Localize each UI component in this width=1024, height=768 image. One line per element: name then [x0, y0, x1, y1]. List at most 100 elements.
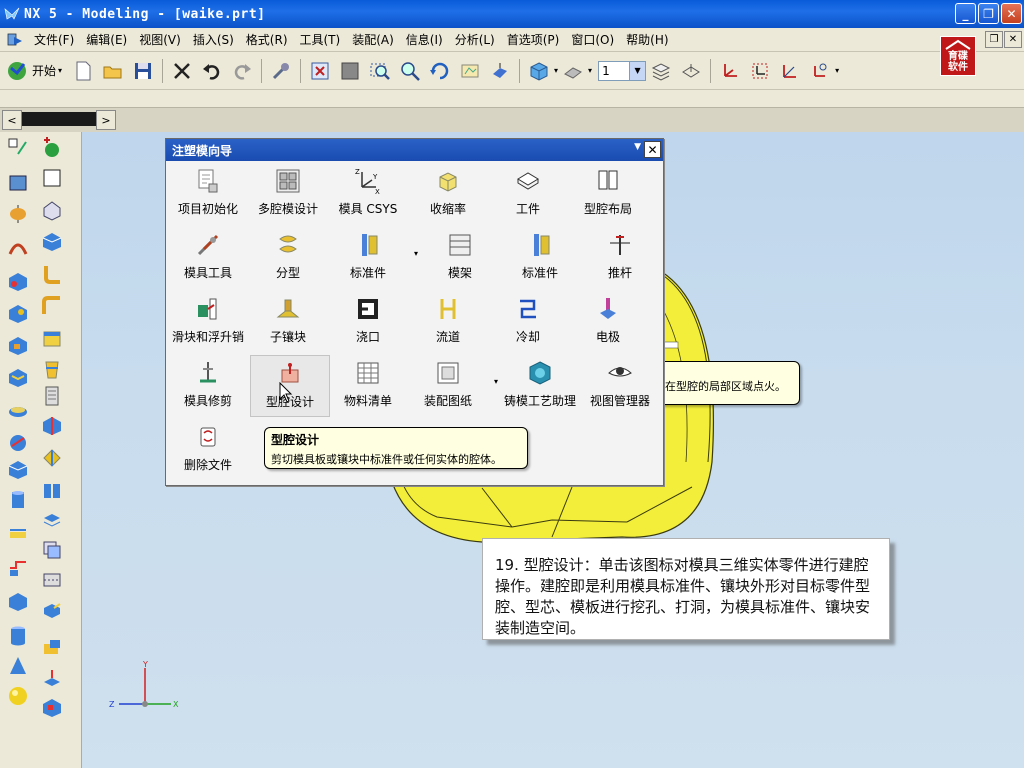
menu-format[interactable]: 格式(R) [240, 31, 294, 48]
revolve-icon[interactable] [6, 202, 30, 226]
extrude-icon[interactable] [6, 170, 30, 194]
tile-mold-trim[interactable]: 模具修剪 [168, 355, 248, 417]
slot-icon[interactable] [40, 384, 64, 408]
tile-parting[interactable]: 分型 [248, 227, 328, 289]
tile-mold-csys[interactable]: ZXY 模具 CSYS [328, 163, 408, 225]
minimize-button[interactable]: _ [955, 3, 976, 24]
dialog-close-button[interactable]: ✕ [644, 141, 661, 158]
menu-view[interactable]: 视图(V) [133, 31, 187, 48]
chevron-down-icon[interactable]: ▾ [494, 377, 498, 386]
sphere-box-icon[interactable] [6, 590, 30, 614]
tile-bom[interactable]: 物料清单 [328, 355, 408, 417]
shell-icon[interactable] [6, 398, 30, 422]
menu-help[interactable]: 帮助(H) [620, 31, 674, 48]
wcs-button[interactable] [678, 58, 704, 84]
doc-close-button[interactable]: ✕ [1004, 31, 1022, 48]
view-orient-button[interactable] [487, 58, 513, 84]
shaded-button[interactable] [337, 58, 363, 84]
tile-cooling[interactable]: 冷却 [488, 291, 568, 353]
face-blend-icon[interactable] [40, 294, 64, 318]
sphere-icon[interactable] [6, 684, 30, 708]
cylinder-icon[interactable] [6, 270, 30, 294]
extract-icon[interactable] [40, 636, 64, 660]
dialog-titlebar[interactable]: 注塑模向导 ▼ ✕ [166, 139, 663, 161]
doc-restore-button[interactable]: ❐ [985, 31, 1003, 48]
instance-icon[interactable] [6, 556, 30, 580]
rectangle-icon[interactable] [40, 166, 64, 190]
draft-icon[interactable] [6, 430, 30, 454]
layer-settings-button[interactable] [648, 58, 674, 84]
undo-button[interactable] [199, 58, 225, 84]
scroll-right-button[interactable]: > [96, 110, 116, 130]
perspective-button[interactable] [457, 58, 483, 84]
split-body-icon[interactable] [40, 478, 64, 502]
zoom-button[interactable] [397, 58, 423, 84]
menu-edit[interactable]: 编辑(E) [80, 31, 133, 48]
tile-runner[interactable]: 流道 [408, 291, 488, 353]
offset-face-icon[interactable] [40, 508, 64, 532]
tile-casting-process[interactable]: 铸模工艺助理 [500, 355, 580, 417]
save-button[interactable] [130, 58, 156, 84]
sweep-icon[interactable] [6, 234, 30, 258]
delete-button[interactable] [169, 58, 195, 84]
open-button[interactable] [100, 58, 126, 84]
tile-project-init[interactable]: 项目初始化 [168, 163, 248, 225]
tile-multi-cavity[interactable]: 多腔模设计 [248, 163, 328, 225]
tile-cavity-layout[interactable]: 型腔布局 [568, 163, 648, 225]
nx-document-icon[interactable] [6, 31, 24, 49]
zoom-window-button[interactable] [367, 58, 393, 84]
menu-analysis[interactable]: 分析(L) [449, 31, 501, 48]
tile-shrinkage[interactable]: 收缩率 [408, 163, 488, 225]
chevron-down-icon[interactable]: ▼ [629, 61, 646, 80]
hole-icon[interactable] [6, 302, 30, 326]
rotate-button[interactable] [427, 58, 453, 84]
menu-preferences[interactable]: 首选项(P) [501, 31, 566, 48]
block-icon[interactable] [40, 230, 64, 254]
csys-rotate-button[interactable] [777, 58, 803, 84]
promote-icon[interactable] [40, 666, 64, 690]
patch-icon[interactable] [40, 598, 64, 622]
wrap-icon[interactable] [40, 696, 64, 720]
tile-assembly-drawing[interactable]: 装配图纸 ▾ [408, 355, 498, 417]
csys-button[interactable] [717, 58, 743, 84]
boss-icon[interactable] [40, 326, 64, 350]
trim-body-icon[interactable] [40, 446, 64, 470]
scale-body-icon[interactable] [40, 538, 64, 562]
tile-standard-part[interactable]: 标准件 ▾ [328, 227, 418, 289]
subtract-icon[interactable] [6, 488, 30, 512]
tile-view-manager[interactable]: 视图管理器 [580, 355, 660, 417]
sketch-icon[interactable] [6, 136, 30, 160]
menu-info[interactable]: 信息(I) [400, 31, 449, 48]
tile-delete-file[interactable]: 删除文件 [168, 419, 248, 481]
mirror-feature-icon[interactable] [6, 522, 30, 546]
layer-select[interactable]: 1 ▼ [598, 60, 647, 81]
menu-window[interactable]: 窗口(O) [565, 31, 620, 48]
restore-button[interactable]: ❐ [978, 3, 999, 24]
csys-origin-button[interactable] [747, 58, 773, 84]
edge-style-button[interactable] [560, 58, 586, 84]
scroll-left-button[interactable]: < [2, 110, 22, 130]
redo-button[interactable] [229, 58, 255, 84]
start-button[interactable]: 开始 ▾ [6, 60, 62, 82]
chevron-down-icon[interactable]: ▼ [634, 142, 641, 152]
tile-mold-base[interactable]: 模架 [420, 227, 500, 289]
tile-workpiece[interactable]: 工件 [488, 163, 568, 225]
thread-icon[interactable] [40, 414, 64, 438]
csys-dynamic-button[interactable] [807, 58, 833, 84]
tile-mold-tools[interactable]: 模具工具 [168, 227, 248, 289]
pad-icon[interactable] [6, 366, 30, 390]
menu-insert[interactable]: 插入(S) [187, 31, 240, 48]
menu-assembly[interactable]: 装配(A) [346, 31, 400, 48]
tile-slider-lifter[interactable]: 滑块和浮升销 [168, 291, 248, 353]
chevron-down-icon[interactable]: ▾ [414, 249, 418, 258]
pocket-icon[interactable] [6, 334, 30, 358]
tab-strip[interactable] [22, 112, 96, 126]
groove-icon[interactable] [40, 358, 64, 382]
close-button[interactable]: ✕ [1001, 3, 1022, 24]
edge-blend-icon[interactable] [40, 262, 64, 286]
point-set-icon[interactable] [40, 136, 64, 160]
tile-sub-insert[interactable]: 子镶块 [248, 291, 328, 353]
new-button[interactable] [70, 58, 96, 84]
tile-standard-part-2[interactable]: 标准件 [500, 227, 580, 289]
menu-file[interactable]: 文件(F) [28, 31, 80, 48]
